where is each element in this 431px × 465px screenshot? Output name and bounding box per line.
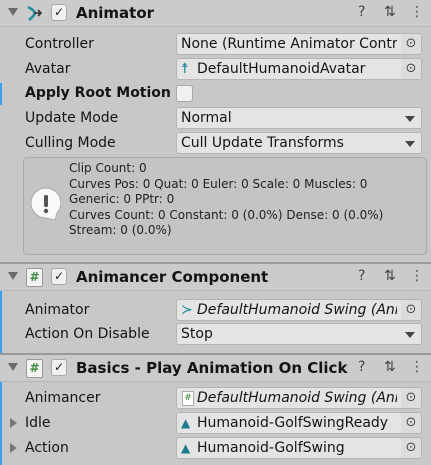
component-title: Animancer Component [76,268,269,286]
script-icon: # [26,359,43,378]
script-icon: # [26,268,43,287]
animancer-value: DefaultHumanoid Swing (Animancer Compone… [197,390,397,406]
action-on-disable-value: Stop [181,326,213,342]
dropdown-arrow-icon [405,116,415,122]
idle-field[interactable]: ▲ Humanoid-GolfSwingReady ⊙ [176,412,422,434]
info-line: Clip Count: 0 [69,161,147,175]
presets-icon[interactable]: ⇅ [384,359,396,375]
update-mode-dropdown[interactable]: Normal [176,107,422,129]
object-picker-icon[interactable]: ⊙ [401,388,421,408]
object-picker-icon[interactable]: ⊙ [401,59,421,79]
script-icon: # [182,391,194,406]
animancer-enabled-checkbox[interactable]: ✓ [51,268,67,285]
animator-field[interactable]: ≻DefaultHumanoid Swing (Animator)⊙ [176,299,422,321]
culling-mode-dropdown[interactable]: Cull Update Transforms [176,132,422,154]
animator-value: DefaultHumanoid Swing (Animator) [197,302,397,318]
avatar-icon: ☨ [181,61,189,77]
idle-value: Humanoid-GolfSwingReady [197,415,389,431]
expand-arrow-icon[interactable] [10,443,17,453]
controller-field[interactable]: None (Runtime Animator Controller)⊙ [176,33,422,55]
component-title: Basics - Play Animation On Click [76,359,348,377]
fold-arrow-icon[interactable] [8,272,18,280]
dropdown-arrow-icon [405,141,415,147]
animator-header[interactable]: ✓ Animator ? ⇅ ⋮ [0,0,431,27]
presets-icon[interactable]: ⇅ [384,268,396,284]
object-picker-icon[interactable]: ⊙ [401,34,421,54]
info-line: Stream: 0 (0.0%) [69,223,172,237]
animancer-header[interactable]: # ✓ Animancer Component ? ⇅ ⋮ [0,264,431,291]
object-picker-icon[interactable]: ⊙ [401,413,421,433]
animancer-label: Animancer [25,390,101,406]
avatar-field[interactable]: DefaultHumanoidAvatar ☨ ⊙ [176,58,422,80]
info-line: Curves Count: 0 Constant: 0 (0.0%) Dense… [69,207,384,222]
fold-arrow-icon[interactable] [8,363,18,371]
fold-arrow-icon[interactable] [8,8,18,16]
animation-clip-icon: ▲ [181,441,191,455]
animator-label: Animator [25,302,90,318]
avatar-value: DefaultHumanoidAvatar [197,61,366,77]
dropdown-arrow-icon [405,332,415,338]
expand-arrow-icon[interactable] [10,418,17,428]
info-line: Generic: 0 PPtr: 0 [69,192,175,206]
menu-icon[interactable]: ⋮ [410,4,424,20]
apply-root-motion-checkbox[interactable] [176,85,193,102]
animancer-field[interactable]: #DefaultHumanoid Swing (Animancer Compon… [176,387,422,409]
action-on-disable-dropdown[interactable]: Stop [176,323,422,345]
info-icon [30,187,62,221]
avatar-label: Avatar [25,61,71,77]
modified-indicator [0,83,2,105]
animator-icon: ≻ [181,302,193,318]
controller-label: Controller [25,36,94,52]
help-icon[interactable]: ? [358,4,365,20]
animator-enabled-checkbox[interactable]: ✓ [51,4,67,21]
object-picker-icon[interactable]: ⊙ [401,300,421,320]
component-title: Animator [76,4,155,22]
presets-icon[interactable]: ⇅ [384,4,396,20]
menu-icon[interactable]: ⋮ [410,359,424,375]
update-mode-value: Normal [181,110,232,126]
info-helpbox: Clip Count: 0 Curves Pos: 0 Quat: 0 Eule… [23,157,427,255]
action-value: Humanoid-GolfSwing [197,440,345,456]
idle-label: Idle [25,415,51,431]
action-label: Action [25,440,69,456]
animation-clip-icon: ▲ [181,416,191,430]
action-on-disable-label: Action On Disable [25,326,150,342]
action-field[interactable]: ▲ Humanoid-GolfSwing ⊙ [176,437,422,459]
culling-mode-label: Culling Mode [25,135,116,151]
info-line: Curves Pos: 0 Quat: 0 Euler: 0 Scale: 0 … [69,176,368,191]
apply-root-motion-label: Apply Root Motion [25,85,171,101]
help-icon[interactable]: ? [358,268,365,284]
culling-mode-value: Cull Update Transforms [181,135,344,151]
animator-icon [27,5,43,21]
update-mode-label: Update Mode [25,110,119,126]
controller-value: None (Runtime Animator Controller) [181,36,397,52]
help-icon[interactable]: ? [358,359,365,375]
object-picker-icon[interactable]: ⊙ [401,438,421,458]
menu-icon[interactable]: ⋮ [410,268,424,284]
basics-enabled-checkbox[interactable]: ✓ [51,359,67,376]
basics-header[interactable]: # ✓ Basics - Play Animation On Click ? ⇅… [0,355,431,382]
